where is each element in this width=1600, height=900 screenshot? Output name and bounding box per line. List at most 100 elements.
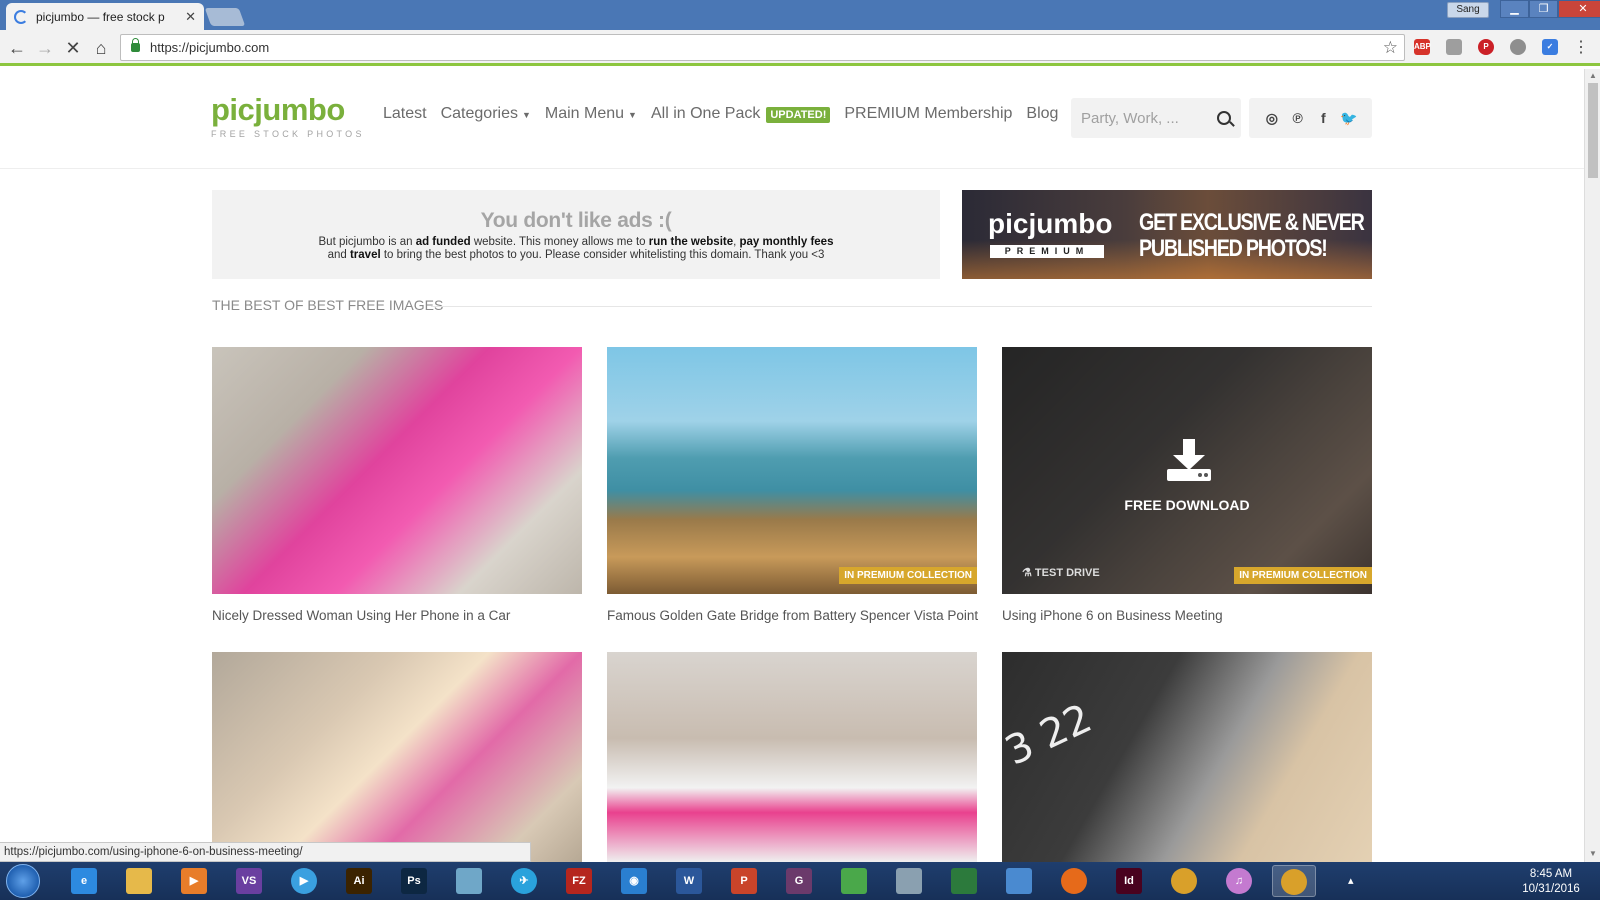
nav-blog[interactable]: Blog	[1026, 105, 1058, 123]
url-text[interactable]: https://picjumbo.com	[150, 40, 269, 55]
taskbar-app-itunes[interactable]: ♫	[1217, 865, 1261, 897]
adblock-extension-icon[interactable]: ABP	[1414, 39, 1431, 55]
taskbar-app-photoshop[interactable]: Ps	[392, 865, 436, 897]
twitter-icon[interactable]: 🐦	[1340, 110, 1358, 127]
web-page: picjumbo FREE STOCK PHOTOS Latest Catego…	[0, 69, 1584, 862]
file-explorer-icon	[126, 868, 152, 894]
adblock-text-part: But picjumbo is an	[318, 236, 416, 248]
photo-thumbnail[interactable]	[607, 652, 977, 862]
taskbar-app-tool-app[interactable]	[447, 865, 491, 897]
back-arrow-icon[interactable]: ←	[6, 37, 28, 59]
browser-titlebar: picjumbo — free stock p ✕ Sang ▁ ❐ ✕	[0, 0, 1600, 30]
close-window-button[interactable]: ✕	[1558, 0, 1600, 18]
adblock-text-bold: run the website	[648, 236, 734, 248]
nav-all-in-one-pack[interactable]: All in One Pack UPDATED!	[651, 105, 831, 123]
tab-close-icon[interactable]: ✕	[185, 9, 196, 25]
free-download-label[interactable]: FREE DOWNLOAD	[1002, 497, 1372, 513]
nav-latest[interactable]: Latest	[383, 105, 427, 123]
taskbar-app-internet-explorer[interactable]: e	[62, 865, 106, 897]
nav-main-menu[interactable]: Main Menu ▼	[545, 105, 637, 123]
taskbar-app-pdf-app[interactable]: G	[777, 865, 821, 897]
taskbar-app-media-app[interactable]: ▶	[282, 865, 326, 897]
new-tab-button[interactable]	[204, 8, 246, 26]
taskbar-app-chrome-active[interactable]	[1272, 865, 1316, 897]
download-icon	[1167, 439, 1211, 481]
taskbar-app-browser-app[interactable]: ◉	[612, 865, 656, 897]
taskbar-app-indesign[interactable]: Id	[1107, 865, 1151, 897]
photo-thumbnail[interactable]: IN PREMIUM COLLECTION	[607, 347, 977, 594]
bookmark-star-icon[interactable]: ☆	[1383, 38, 1398, 58]
taskbar-app-powerpoint[interactable]: P	[722, 865, 766, 897]
taskbar-app-sheet-app[interactable]	[832, 865, 876, 897]
updated-badge: UPDATED!	[766, 107, 831, 123]
search-box	[1071, 98, 1241, 138]
photo-thumbnail[interactable]: FREE DOWNLOAD ⚗ TEST DRIVE IN PREMIUM CO…	[1002, 347, 1372, 594]
chrome-menu-icon[interactable]: ⋮	[1570, 37, 1592, 59]
scroll-down-icon[interactable]: ▼	[1588, 849, 1598, 858]
search-icon[interactable]	[1217, 111, 1231, 125]
maximize-button[interactable]: ❐	[1529, 0, 1558, 18]
photo-card[interactable]: FREE DOWNLOAD ⚗ TEST DRIVE IN PREMIUM CO…	[1002, 347, 1372, 623]
taskbar-app-word[interactable]: W	[667, 865, 711, 897]
photo-caption[interactable]: Famous Golden Gate Bridge from Battery S…	[607, 608, 978, 623]
photo-card[interactable]: Nicely Dressed Woman Using Her Phone in …	[212, 347, 582, 623]
premium-banner[interactable]: picjumbo PREMIUM GET EXCLUSIVE & NEVER P…	[962, 190, 1372, 279]
pinterest-icon[interactable]: ℗	[1289, 110, 1307, 126]
taskbar-app-media-player[interactable]: ▶	[172, 865, 216, 897]
taskbar-app-visual-studio[interactable]: VS	[227, 865, 271, 897]
photo-card[interactable]	[212, 652, 582, 862]
section-divider	[431, 306, 1372, 307]
scrollbar-thumb[interactable]	[1588, 83, 1598, 178]
taskbar-app-globe-app[interactable]	[942, 865, 986, 897]
taskbar-app-device-app[interactable]	[997, 865, 1041, 897]
taskbar-app-file-explorer[interactable]	[117, 865, 161, 897]
stop-loading-icon[interactable]: ✕	[62, 37, 84, 59]
photo-caption[interactable]: Using iPhone 6 on Business Meeting	[1002, 608, 1372, 623]
profile-button[interactable]: Sang	[1447, 2, 1489, 18]
nav-categories[interactable]: Categories ▼	[441, 105, 531, 123]
adblock-text-part: website. This money allows me to	[470, 236, 649, 248]
pinterest-extension-icon[interactable]: P	[1478, 39, 1494, 55]
banner-headline-line2: PUBLISHED PHOTOS!	[1139, 235, 1328, 262]
adblock-text-part: to bring the best photos to you. Please …	[380, 249, 825, 261]
photo-caption[interactable]: Nicely Dressed Woman Using Her Phone in …	[212, 608, 582, 623]
link-status-bar: https://picjumbo.com/using-iphone-6-on-b…	[0, 842, 531, 862]
telegram-icon: ✈	[511, 868, 537, 894]
photo-thumbnail[interactable]	[212, 652, 582, 862]
taskbar-app-illustrator[interactable]: Ai	[337, 865, 381, 897]
instagram-icon[interactable]: ◎	[1263, 110, 1281, 127]
tray-overflow-icon[interactable]: ▴	[1348, 874, 1354, 887]
photo-card[interactable]: IN PREMIUM COLLECTION Famous Golden Gate…	[607, 347, 978, 623]
photo-thumbnail[interactable]: 3 22	[1002, 652, 1372, 862]
device-app-icon	[1006, 868, 1032, 894]
system-clock[interactable]: 8:45 AM 10/31/2016	[1508, 867, 1594, 897]
extension-icon[interactable]	[1510, 39, 1526, 55]
extension-icon[interactable]	[1446, 39, 1462, 55]
minimize-button[interactable]: ▁	[1500, 0, 1529, 18]
test-drive-link[interactable]: ⚗ TEST DRIVE	[1022, 566, 1100, 579]
taskbar-app-chrome[interactable]	[1162, 865, 1206, 897]
taskbar-app-firefox[interactable]	[1052, 865, 1096, 897]
forward-arrow-icon[interactable]: →	[34, 37, 56, 59]
site-logo[interactable]: picjumbo FREE STOCK PHOTOS	[211, 93, 365, 140]
facebook-icon[interactable]: f	[1314, 110, 1332, 126]
firefox-icon	[1061, 868, 1087, 894]
address-bar[interactable]: https://picjumbo.com ☆	[120, 34, 1405, 61]
browser-tab[interactable]: picjumbo — free stock p ✕	[6, 3, 204, 30]
taskbar-app-filezilla[interactable]: FZ	[557, 865, 601, 897]
taskbar-app-telegram[interactable]: ✈	[502, 865, 546, 897]
photo-thumbnail[interactable]	[212, 347, 582, 594]
photo-card[interactable]: 3 22	[1002, 652, 1372, 862]
secure-lock-icon	[131, 38, 140, 52]
scroll-up-icon[interactable]: ▲	[1588, 71, 1598, 80]
adblock-notice: You don't like ads :( But picjumbo is an…	[212, 190, 940, 279]
extension-icon[interactable]: ✓	[1542, 39, 1558, 55]
taskbar-app-window-app[interactable]	[887, 865, 931, 897]
home-icon[interactable]: ⌂	[90, 37, 112, 59]
start-button[interactable]	[6, 864, 40, 898]
banner-headline: GET EXCLUSIVE & NEVER PUBLISHED PHOTOS!	[1139, 210, 1365, 262]
photo-card[interactable]	[607, 652, 977, 862]
search-input[interactable]	[1081, 109, 1201, 127]
page-scrollbar[interactable]: ▲ ▼	[1584, 69, 1600, 862]
nav-premium-membership[interactable]: PREMIUM Membership	[844, 105, 1012, 123]
